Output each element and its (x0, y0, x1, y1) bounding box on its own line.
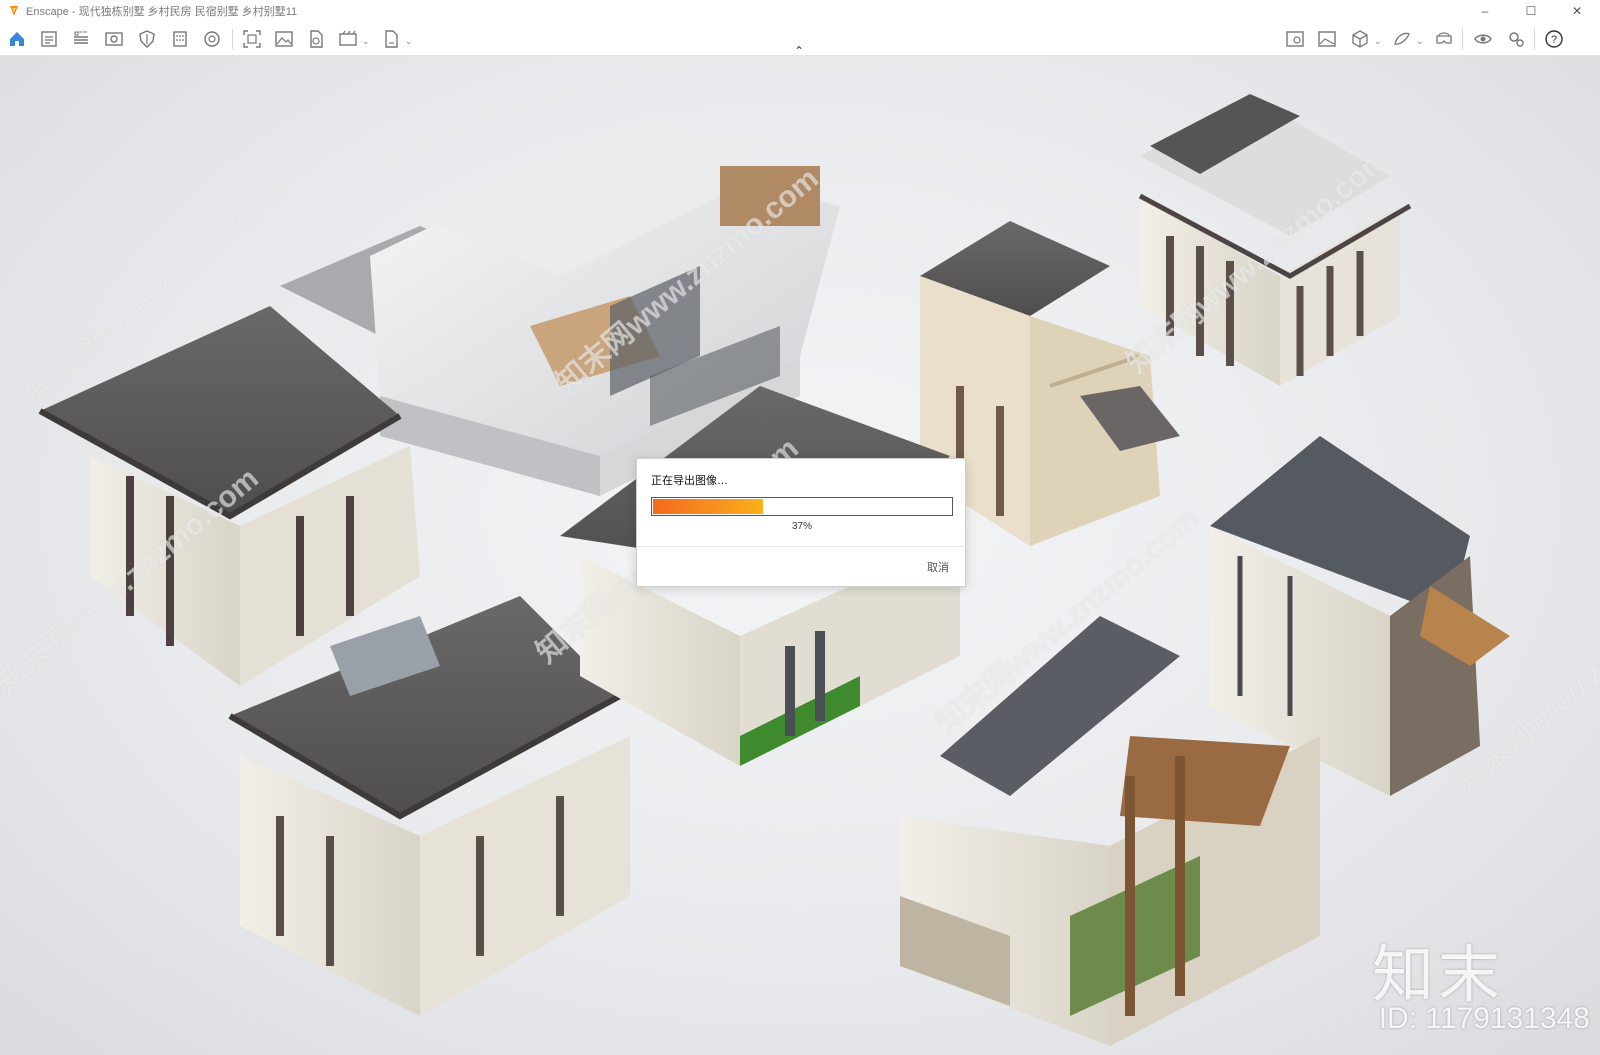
toolbar-separator (232, 29, 233, 49)
minimize-button[interactable]: – (1462, 0, 1508, 22)
screenshot-button[interactable] (240, 27, 264, 51)
help-icon: ? (1545, 30, 1563, 48)
atom-icon (204, 31, 220, 47)
close-button[interactable]: ✕ (1554, 0, 1600, 22)
visual-settings-button[interactable] (1471, 27, 1495, 51)
bim-button[interactable] (69, 27, 93, 51)
help-button[interactable]: ? (1542, 27, 1566, 51)
vr-headset-icon (1436, 32, 1452, 44)
maximize-button[interactable]: ☐ (1508, 0, 1554, 22)
document-button[interactable] (37, 27, 61, 51)
enscape-window: Enscape - 现代独栋别墅 乡村民房 民宿别墅 乡村别墅11 – ☐ ✕ (0, 0, 1600, 1055)
video-icon (339, 30, 357, 46)
settings-icon (1509, 32, 1524, 47)
export-icon (385, 30, 398, 48)
dialog-title: 正在导出图像… (651, 475, 728, 487)
home-icon (10, 32, 24, 46)
progress-percentage: 37% (791, 521, 812, 532)
chinese-courtyard-villa (228, 596, 630, 1016)
atmosphere-button[interactable] (200, 27, 224, 51)
visual-settings-icon (1474, 34, 1492, 44)
shield-icon (139, 30, 155, 48)
svg-text:?: ? (1551, 34, 1557, 46)
progress-bar-fill (653, 499, 763, 514)
asset-library-button[interactable] (1283, 27, 1307, 51)
toolbar-separator (1462, 29, 1463, 49)
video-dropdown-chevron-icon[interactable]: ⌄ (362, 36, 370, 47)
cancel-button[interactable]: 取消 (927, 559, 949, 575)
object-button[interactable] (1348, 27, 1372, 51)
flat-roof-grey-villa (1210, 436, 1510, 796)
cube-icon (1352, 30, 1368, 48)
window-controls: – ☐ ✕ (1462, 0, 1600, 22)
vr-button[interactable] (1432, 27, 1456, 51)
capture-icon (243, 30, 261, 48)
export-button[interactable] (379, 27, 403, 51)
dialog-divider (637, 546, 967, 547)
gallery-button[interactable] (1315, 27, 1339, 51)
brand-logo-text: 知末 (1371, 941, 1504, 1010)
render-image-button[interactable] (272, 27, 296, 51)
asset-icon (1286, 31, 1304, 47)
window-title: Enscape - 现代独栋别墅 乡村民房 民宿别墅 乡村别墅11 (26, 6, 298, 18)
file-icon (310, 30, 323, 48)
settings-button[interactable] (1504, 27, 1528, 51)
eye-view-icon (105, 32, 123, 46)
view-button[interactable] (102, 27, 126, 51)
building-button[interactable] (168, 27, 192, 51)
brand-id-text: ID: 1179131348 (1378, 1002, 1590, 1035)
gallery-icon (1318, 31, 1336, 47)
progress-bar (651, 497, 953, 516)
export-progress-dialog: 正在导出图像… 37% 取消 (636, 458, 967, 587)
object-dropdown-chevron-icon[interactable]: ⌄ (1374, 36, 1382, 47)
video-button[interactable] (336, 27, 360, 51)
safeframe-button[interactable] (135, 27, 159, 51)
title-bar: Enscape - 现代独栋别墅 乡村民房 民宿别墅 乡村别墅11 – ☐ ✕ (0, 0, 1600, 22)
bim-icon (74, 31, 88, 44)
material-dropdown-chevron-icon[interactable]: ⌄ (1416, 36, 1424, 47)
building-icon (173, 31, 187, 47)
file-button[interactable] (304, 27, 328, 51)
material-button[interactable] (1390, 27, 1414, 51)
export-dropdown-chevron-icon[interactable]: ⌄ (405, 36, 413, 47)
image-icon (275, 31, 293, 47)
home-button[interactable] (5, 27, 29, 51)
material-icon (1394, 32, 1410, 45)
document-icon (41, 31, 57, 47)
enscape-logo-icon (10, 6, 18, 16)
toolbar-separator (1534, 29, 1535, 49)
